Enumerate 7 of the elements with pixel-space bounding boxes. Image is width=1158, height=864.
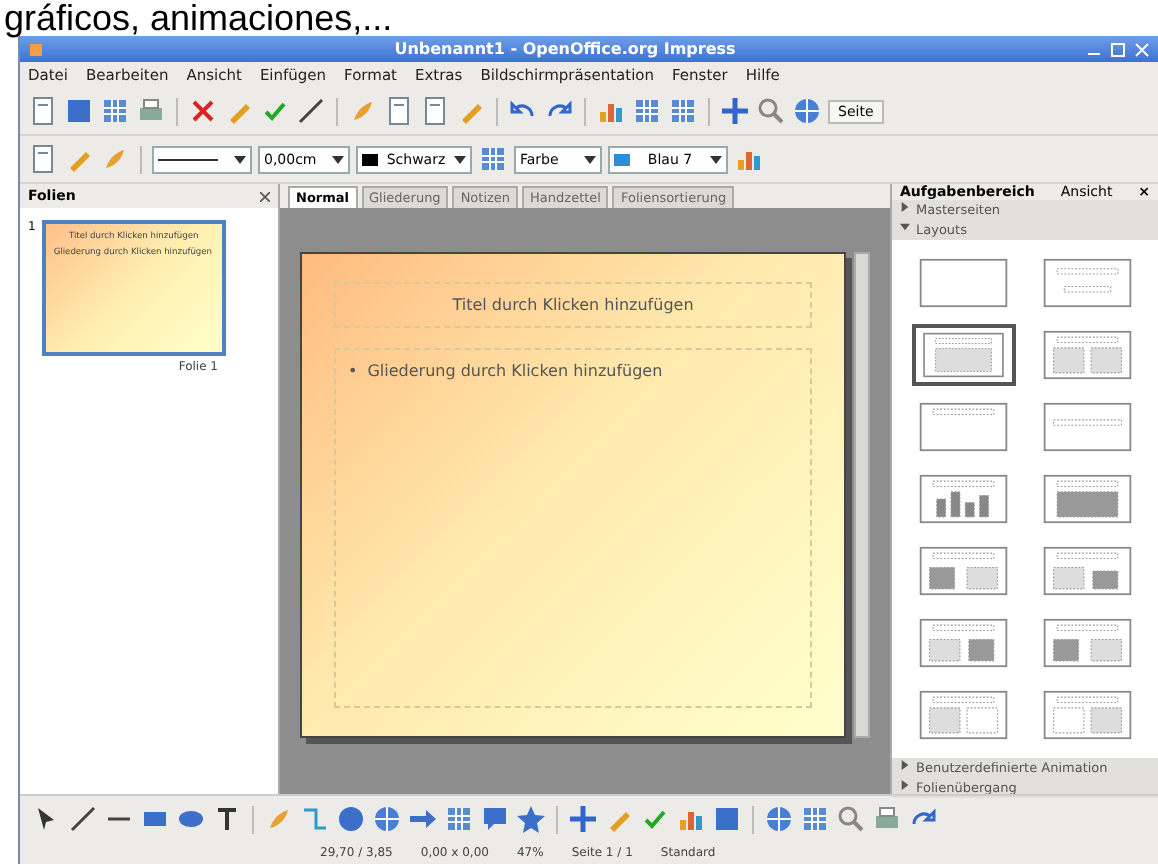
title-placeholder[interactable]: Titel durch Klicken hinzufügen	[334, 282, 812, 328]
outline-placeholder[interactable]: • Gliederung durch Klicken hinzufügen	[334, 348, 812, 708]
window-title: Unbenannt1 - OpenOffice.org Impress	[392, 40, 738, 58]
outline-text: Gliederung durch Klicken hinzufügen	[367, 362, 663, 380]
bullet: •	[348, 362, 358, 380]
title-text: Titel durch Klicken hinzufügen	[452, 296, 694, 314]
caption-text: gráficos, animaciones,...	[2, 0, 395, 36]
